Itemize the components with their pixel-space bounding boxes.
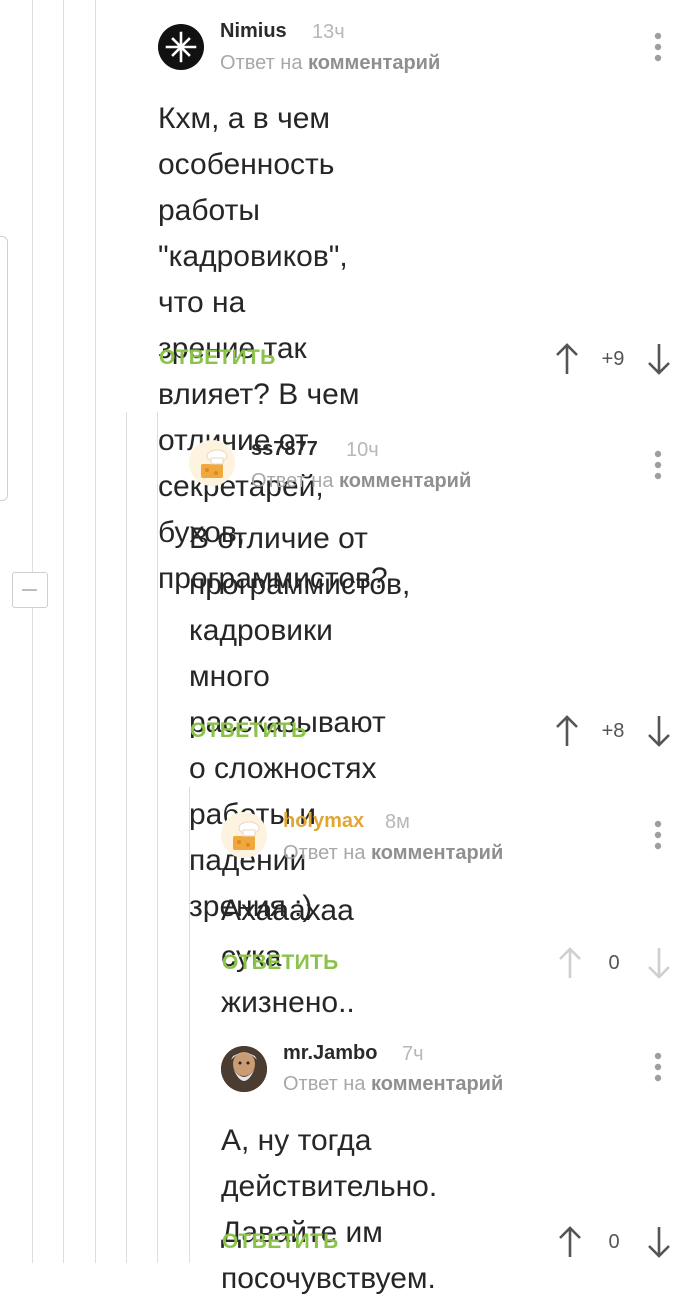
comment-line: В отличие от программистов, bbox=[189, 522, 411, 601]
avatar[interactable] bbox=[158, 24, 204, 70]
upvote-arrow-icon[interactable] bbox=[558, 946, 582, 980]
more-options-icon[interactable] bbox=[654, 32, 662, 62]
comment-line: Кхм, а в чем особенность bbox=[158, 102, 335, 181]
reply-to-prefix: Ответ на bbox=[251, 470, 334, 492]
chef-hat-cheese-icon bbox=[233, 821, 260, 850]
comment-line: зрение так влияет? В чем bbox=[158, 332, 360, 411]
reply-to-link[interactable]: комментарий bbox=[371, 842, 503, 864]
reply-to-prefix: Ответ на bbox=[283, 1073, 366, 1095]
reply-to-prefix: Ответ на bbox=[220, 52, 303, 74]
vote-count: 0 bbox=[608, 952, 620, 974]
thread-line bbox=[95, 0, 96, 1263]
username[interactable]: mr.Jambo bbox=[283, 1042, 377, 1065]
reply-button[interactable]: ОТВЕТИТЬ bbox=[222, 1230, 339, 1254]
downvote-arrow-icon[interactable] bbox=[647, 714, 671, 748]
reply-button[interactable]: ОТВЕТИТЬ bbox=[222, 951, 339, 975]
avatar[interactable] bbox=[221, 812, 267, 858]
comment-line: Давайте им посочувствуем. bbox=[221, 1216, 436, 1295]
reply-to-line: Ответ на комментарий bbox=[251, 470, 471, 493]
downvote-arrow-icon[interactable] bbox=[647, 342, 671, 376]
thread-line bbox=[32, 0, 33, 1263]
vote-count: +9 bbox=[601, 348, 625, 370]
reply-to-link[interactable]: комментарий bbox=[371, 1073, 503, 1095]
comment-time: 10ч bbox=[346, 439, 379, 461]
upvote-arrow-icon[interactable] bbox=[555, 714, 579, 748]
avatar[interactable] bbox=[189, 440, 235, 486]
more-options-icon[interactable] bbox=[654, 820, 662, 850]
downvote-arrow-icon[interactable] bbox=[647, 946, 671, 980]
collapse-thread-button[interactable] bbox=[12, 572, 48, 608]
comment-line: работы "кадровиков", что на bbox=[158, 194, 348, 319]
reply-button[interactable]: ОТВЕТИТЬ bbox=[190, 719, 307, 743]
thread-line bbox=[63, 0, 64, 1263]
username[interactable]: ss7877 bbox=[251, 438, 318, 461]
more-options-icon[interactable] bbox=[654, 450, 662, 480]
username[interactable]: holymax bbox=[283, 810, 364, 833]
downvote-arrow-icon[interactable] bbox=[647, 1225, 671, 1259]
bearded-man-icon bbox=[221, 1046, 267, 1092]
metallica-star-icon bbox=[165, 31, 197, 63]
reply-to-link[interactable]: комментарий bbox=[339, 470, 471, 492]
upvote-arrow-icon[interactable] bbox=[558, 1225, 582, 1259]
thread-scroll-indicator[interactable] bbox=[0, 236, 8, 501]
vote-count: +8 bbox=[601, 720, 625, 742]
reply-to-line: Ответ на комментарий bbox=[283, 842, 503, 865]
comment-time: 7ч bbox=[402, 1043, 424, 1065]
comment-time: 13ч bbox=[312, 21, 345, 43]
comment-time: 8м bbox=[385, 811, 410, 833]
username[interactable]: Nimius bbox=[220, 20, 287, 43]
reply-to-line: Ответ на комментарий bbox=[220, 52, 440, 75]
thread-line bbox=[126, 412, 127, 1263]
reply-to-prefix: Ответ на bbox=[283, 842, 366, 864]
comment-line: А, ну тогда действительно. bbox=[221, 1124, 438, 1203]
reply-button[interactable]: ОТВЕТИТЬ bbox=[159, 346, 276, 370]
vote-count: 0 bbox=[608, 1231, 620, 1253]
upvote-arrow-icon[interactable] bbox=[555, 342, 579, 376]
reply-to-line: Ответ на комментарий bbox=[283, 1073, 503, 1096]
avatar[interactable] bbox=[221, 1046, 267, 1092]
chef-hat-cheese-icon bbox=[201, 449, 228, 478]
reply-to-link[interactable]: комментарий bbox=[308, 52, 440, 74]
comment-body: А, ну тогда действительно. Давайте им по… bbox=[221, 1118, 437, 1302]
more-options-icon[interactable] bbox=[654, 1052, 662, 1082]
